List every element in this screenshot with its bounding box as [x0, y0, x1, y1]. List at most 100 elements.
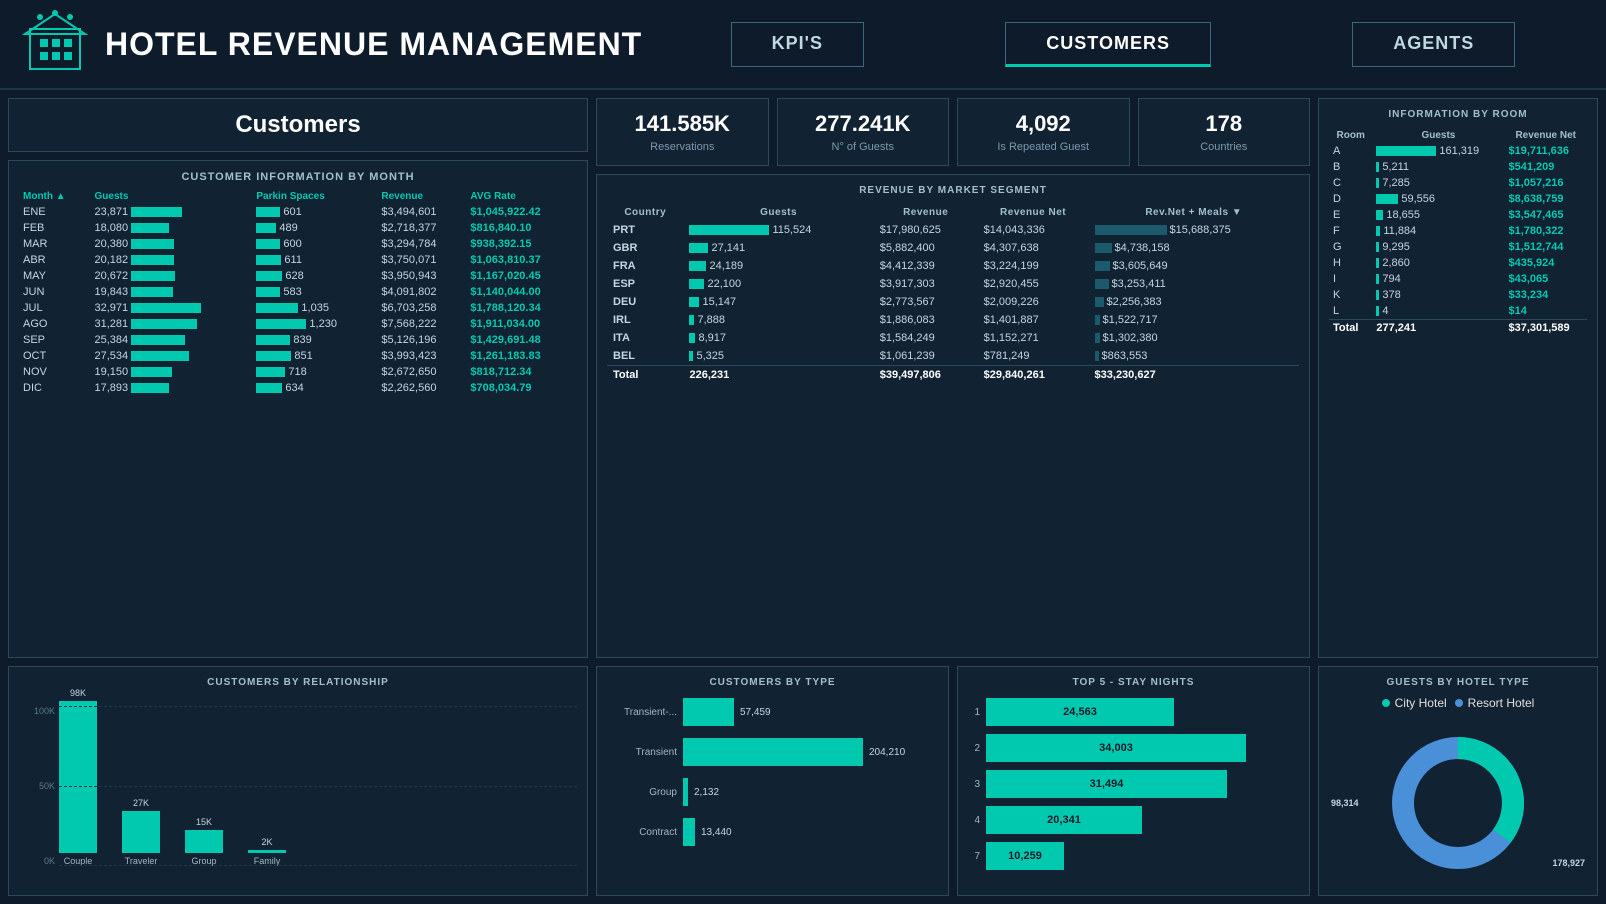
seg-guests: 24,189 — [683, 257, 873, 275]
room-cell: G — [1329, 239, 1372, 255]
seg-rev-net: $4,307,638 — [978, 239, 1089, 257]
total-guests: 226,231 — [683, 366, 873, 385]
month-cell: AGO — [19, 316, 91, 332]
total-rev-meals: $33,230,627 — [1089, 366, 1299, 385]
seg-country: IRL — [607, 311, 683, 329]
avg-cell: $938,392.15 — [466, 236, 577, 252]
rel-bar-3 — [248, 850, 286, 853]
room-cell: H — [1329, 255, 1372, 271]
room-cell: F — [1329, 223, 1372, 239]
revenue-cell: $4,091,802 — [377, 284, 466, 300]
month-cell: JUL — [19, 300, 91, 316]
table-row: OCT 27,534 851 $3,993,423 $1,261,183.83 — [19, 348, 577, 364]
tab-agents[interactable]: AGENTS — [1352, 22, 1515, 67]
seg-rev-meals: $863,553 — [1089, 347, 1299, 366]
col-parking: Parkin Spaces — [252, 189, 377, 204]
donut-title: GUESTS BY HOTEL TYPE — [1329, 677, 1587, 688]
donut-chart — [1378, 723, 1538, 883]
room-total-rev: $37,301,589 — [1504, 320, 1587, 337]
bottom-mid-charts: CUSTOMERS BY TYPE Transient-... 57,459 T… — [596, 666, 1310, 896]
stay-bar-4: 10,259 — [986, 842, 1064, 870]
kpi-card-2: 4,092Is Repeated Guest — [957, 98, 1130, 166]
room-rev: $14 — [1504, 303, 1587, 320]
type-chart-box: CUSTOMERS BY TYPE Transient-... 57,459 T… — [596, 666, 949, 896]
type-label-1: Transient — [607, 747, 677, 758]
seg-guests: 115,524 — [683, 221, 873, 239]
room-cell: L — [1329, 303, 1372, 320]
header: HOTEL REVENUE MANAGEMENT KPI'S CUSTOMERS… — [0, 0, 1606, 90]
room-cell: I — [1329, 271, 1372, 287]
tab-kpis[interactable]: KPI'S — [731, 22, 864, 67]
avg-cell: $1,261,183.83 — [466, 348, 577, 364]
month-cell: NOV — [19, 364, 91, 380]
seg-col-guests: Guests — [683, 204, 873, 221]
kpi-card-1: 277.241KN° of Guests — [777, 98, 950, 166]
stay-bar-row-1: 2 34,003 — [968, 734, 1299, 762]
city-hotel-label: City Hotel — [1395, 696, 1447, 710]
stay-nights-title: TOP 5 - STAY NIGHTS — [968, 677, 1299, 688]
seg-revenue: $1,584,249 — [874, 329, 978, 347]
month-cell: OCT — [19, 348, 91, 364]
tab-customers[interactable]: CUSTOMERS — [1005, 22, 1211, 67]
table-row: BEL 5,325 $1,061,239 $781,249 $863,553 — [607, 347, 1299, 366]
seg-country: ESP — [607, 275, 683, 293]
room-cell: K — [1329, 287, 1372, 303]
seg-country: ITA — [607, 329, 683, 347]
type-label-0: Transient-... — [607, 707, 677, 718]
right-panel: INFORMATION BY ROOM Room Guests Revenue … — [1318, 98, 1598, 896]
seg-col-rev-net: Revenue Net — [978, 204, 1089, 221]
room-rev: $1,057,216 — [1504, 175, 1587, 191]
room-rev: $1,780,322 — [1504, 223, 1587, 239]
parking-cell: 718 — [252, 364, 377, 380]
table-row: PRT 115,524 $17,980,625 $14,043,336 $15,… — [607, 221, 1299, 239]
avg-cell: $1,140,044.00 — [466, 284, 577, 300]
seg-rev-net: $2,009,226 — [978, 293, 1089, 311]
logo-area: HOTEL REVENUE MANAGEMENT — [20, 9, 660, 79]
revenue-cell: $3,494,601 — [377, 204, 466, 220]
revenue-cell: $6,703,258 — [377, 300, 466, 316]
table-row: GBR 27,141 $5,882,400 $4,307,638 $4,738,… — [607, 239, 1299, 257]
kpi-row: 141.585KReservations277.241KN° of Guests… — [596, 98, 1310, 166]
stay-rank-3: 4 — [968, 815, 980, 826]
room-table: Room Guests Revenue Net A 161,319 $19,71… — [1329, 128, 1587, 336]
table-row: IRL 7,888 $1,886,083 $1,401,887 $1,522,7… — [607, 311, 1299, 329]
type-value-0: 57,459 — [740, 707, 771, 718]
table-row: ENE 23,871 601 $3,494,601 $1,045,922.42 — [19, 204, 577, 220]
seg-revenue: $4,412,339 — [874, 257, 978, 275]
stay-bar-row-2: 3 31,494 — [968, 770, 1299, 798]
room-total-row: Total 277,241 $37,301,589 — [1329, 320, 1587, 337]
kpi-label-0: Reservations — [609, 141, 756, 153]
rel-bar-value-1: 27K — [133, 798, 149, 808]
hotel-icon — [20, 9, 90, 79]
room-row-1: B 5,211 $541,209 — [1329, 159, 1587, 175]
avg-cell: $708,034.79 — [466, 380, 577, 396]
seg-country: FRA — [607, 257, 683, 275]
avg-cell: $818,712.34 — [466, 364, 577, 380]
kpi-card-0: 141.585KReservations — [596, 98, 769, 166]
customer-table-title: CUSTOMER INFORMATION BY MONTH — [19, 171, 577, 183]
type-chart-title: CUSTOMERS BY TYPE — [607, 677, 938, 688]
guests-cell: 17,893 — [91, 380, 253, 396]
stay-bar-row-4: 7 10,259 — [968, 842, 1299, 870]
room-row-6: G 9,295 $1,512,744 — [1329, 239, 1587, 255]
type-bar-2 — [683, 778, 688, 806]
seg-revenue: $2,773,567 — [874, 293, 978, 311]
table-row: SEP 25,384 839 $5,126,196 $1,429,691.48 — [19, 332, 577, 348]
type-bar-row-2: Group 2,132 — [607, 778, 938, 806]
customers-title-box: Customers — [8, 98, 588, 152]
stay-bar-3: 20,341 — [986, 806, 1142, 834]
room-rev: $1,512,744 — [1504, 239, 1587, 255]
seg-revenue: $3,917,303 — [874, 275, 978, 293]
seg-revenue: $1,061,239 — [874, 347, 978, 366]
rel-bar-group-0: 98K Couple — [59, 688, 97, 866]
parking-cell: 634 — [252, 380, 377, 396]
seg-guests: 7,888 — [683, 311, 873, 329]
room-col-rev: Revenue Net — [1504, 128, 1587, 143]
seg-rev-meals: $4,738,158 — [1089, 239, 1299, 257]
col-avg: AVG Rate — [466, 189, 577, 204]
resort-hotel-dot — [1455, 699, 1463, 707]
room-info-title: INFORMATION BY ROOM — [1329, 109, 1587, 120]
type-bar-row-0: Transient-... 57,459 — [607, 698, 938, 726]
seg-rev-net: $2,920,455 — [978, 275, 1089, 293]
rel-bar-group-3: 2K Family — [248, 837, 286, 866]
